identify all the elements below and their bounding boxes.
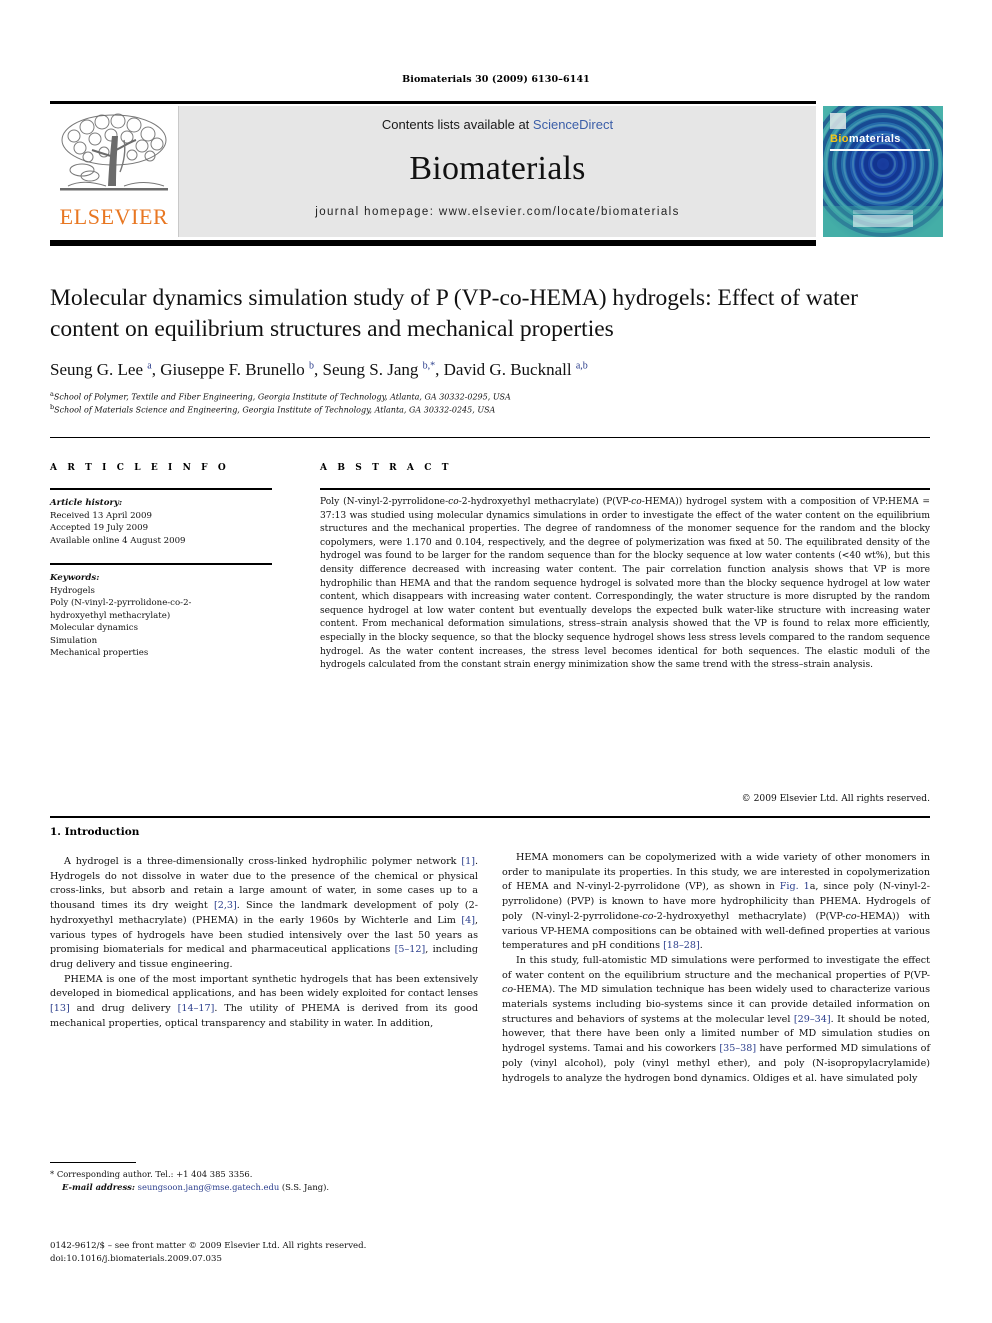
affiliation-a-text: School of Polymer, Textile and Fiber Eng…: [53, 392, 511, 402]
abstract-text: Poly (N-vinyl-2-pyrrolidone-co-2-hydroxy…: [320, 497, 930, 671]
email-link[interactable]: seungsoon.jang@mse.gatech.edu: [138, 1182, 280, 1192]
article-info-rule: [50, 488, 272, 490]
page-title: Molecular dynamics simulation study of P…: [50, 285, 858, 342]
journal-title: Biomaterials: [409, 150, 586, 187]
sciencedirect-link[interactable]: ScienceDirect: [533, 117, 613, 132]
cover-title-materials: materials: [848, 133, 901, 145]
issn-front-matter: 0142-9612/$ – see front matter © 2009 El…: [50, 1241, 367, 1251]
authors-separator-rule: [50, 437, 930, 438]
section-heading-introduction: 1. Introduction: [50, 826, 140, 838]
contents-prefix: Contents lists available at: [381, 117, 533, 132]
cover-title-bio: Bio: [830, 133, 849, 145]
journal-cover-thumbnail: Biomaterials: [823, 106, 943, 237]
issn-block: 0142-9612/$ – see front matter © 2009 El…: [50, 1240, 480, 1265]
footnote-block: * Corresponding author. Tel.: +1 404 385…: [50, 1168, 478, 1193]
article-history-received: Received 13 April 2009: [50, 510, 152, 521]
running-head: Biomaterials 30 (2009) 6130–6141: [402, 74, 590, 85]
header-top-rule: [50, 101, 816, 104]
article-history-block: Article history: Received 13 April 2009 …: [50, 497, 275, 547]
cover-footer-bar: [853, 215, 913, 227]
body-column-left: A hydrogel is a three-dimensionally cros…: [50, 855, 478, 1031]
paragraph: In this study, full-atomistic MD simulat…: [502, 954, 930, 1084]
cover-title-underline: [830, 149, 930, 151]
paragraph: HEMA monomers can be copolymerized with …: [502, 852, 930, 952]
paragraph: PHEMA is one of the most important synth…: [50, 973, 478, 1029]
abstract-bottom-rule: [50, 816, 930, 818]
elsevier-logo: ELSEVIER: [50, 106, 179, 237]
corresponding-author-note: * Corresponding author. Tel.: +1 404 385…: [50, 1169, 253, 1179]
article-page: Biomaterials 30 (2009) 6130–6141 ELSEVIE…: [0, 0, 992, 1323]
abstract-heading: A B S T R A C T: [320, 463, 453, 473]
keyword-item: Simulation: [50, 635, 98, 646]
journal-homepage-url[interactable]: journal homepage: www.elsevier.com/locat…: [179, 206, 816, 218]
article-info-heading: A R T I C L E I N F O: [50, 463, 230, 473]
email-label: E-mail address:: [62, 1181, 135, 1192]
footnote-rule: [50, 1162, 136, 1163]
email-suffix: (S.S. Jang).: [279, 1181, 330, 1192]
keyword-item: hydroxyethyl methacrylate): [50, 610, 171, 621]
affiliation-a: aSchool of Polymer, Textile and Fiber En…: [50, 389, 930, 403]
keywords-label: Keywords:: [50, 573, 100, 583]
elsevier-wordmark: ELSEVIER: [59, 204, 169, 229]
keyword-item: Poly (N-vinyl-2-pyrrolidone-co-2-: [50, 598, 192, 608]
cover-title: Biomaterials: [830, 133, 901, 145]
contents-available-line: Contents lists available at ScienceDirec…: [179, 117, 816, 132]
abstract-copyright: © 2009 Elsevier Ltd. All rights reserved…: [741, 794, 930, 804]
header-bottom-rule: [50, 240, 816, 246]
affiliation-b: bSchool of Materials Science and Enginee…: [50, 402, 930, 416]
cover-footer-bar-top: [853, 210, 913, 214]
article-history-accepted: Accepted 19 July 2009: [50, 523, 149, 533]
doi-line: doi:10.1016/j.biomaterials.2009.07.035: [50, 1253, 222, 1264]
body-column-right: HEMA monomers can be copolymerized with …: [502, 851, 930, 1086]
keyword-item: Mechanical properties: [50, 648, 149, 658]
keywords-block: Keywords: Hydrogels Poly (N-vinyl-2-pyrr…: [50, 572, 275, 660]
affiliation-b-text: School of Materials Science and Engineer…: [54, 405, 496, 415]
keywords-separator-rule: [50, 563, 272, 565]
keyword-item: Molecular dynamics: [50, 623, 139, 633]
article-history-online: Available online 4 August 2009: [50, 535, 186, 546]
keyword-item: Hydrogels: [50, 585, 95, 596]
journal-header-band: Contents lists available at ScienceDirec…: [179, 106, 816, 237]
author-list: Seung G. Lee a, Giuseppe F. Brunello b, …: [50, 360, 588, 379]
elsevier-tree-icon: [60, 113, 168, 191]
paragraph: A hydrogel is a three-dimensionally cros…: [50, 856, 478, 970]
email-line: E-mail address: seungsoon.jang@mse.gatec…: [50, 1181, 478, 1194]
abstract-rule: [320, 488, 930, 490]
article-history-label: Article history:: [50, 498, 123, 508]
cover-publisher-mark-icon: [830, 113, 846, 129]
